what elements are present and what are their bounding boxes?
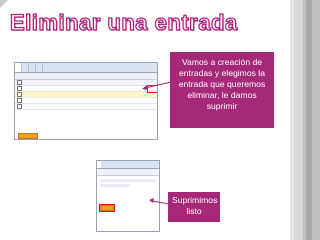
- screenshot-tab: [29, 63, 36, 72]
- arrow-icon: [142, 81, 172, 90]
- side-band: [306, 0, 312, 240]
- screenshot-tabbar: [15, 63, 157, 73]
- screenshot-tab: [22, 63, 29, 72]
- screenshot-table-row: [15, 104, 157, 110]
- highlight-box: [99, 204, 115, 212]
- delete-confirmation-screenshot: [96, 160, 160, 232]
- slide-title: Eliminar una entrada: [9, 9, 238, 35]
- screenshot-tab: [105, 161, 109, 168]
- screenshot-button: [18, 133, 38, 139]
- slide: Eliminar una entrada Vamos a creación de…: [0, 0, 320, 240]
- posts-list-screenshot: [14, 62, 158, 140]
- screenshot-tab: [36, 63, 43, 72]
- screenshot-subbar: [97, 169, 159, 176]
- screenshot-tabbar: [97, 161, 159, 169]
- screenshot-line: [100, 179, 156, 182]
- screenshot-line: [100, 184, 130, 187]
- arrow-icon: [149, 198, 170, 205]
- instruction-callout: Vamos a creación de entradas y elegimos …: [170, 52, 274, 128]
- side-band: [294, 0, 303, 240]
- screenshot-tab: [15, 63, 22, 72]
- screenshot-subbar: [15, 73, 157, 80]
- confirmation-callout: Suprimimos listo: [168, 192, 220, 222]
- corner-decoration: [0, 0, 8, 8]
